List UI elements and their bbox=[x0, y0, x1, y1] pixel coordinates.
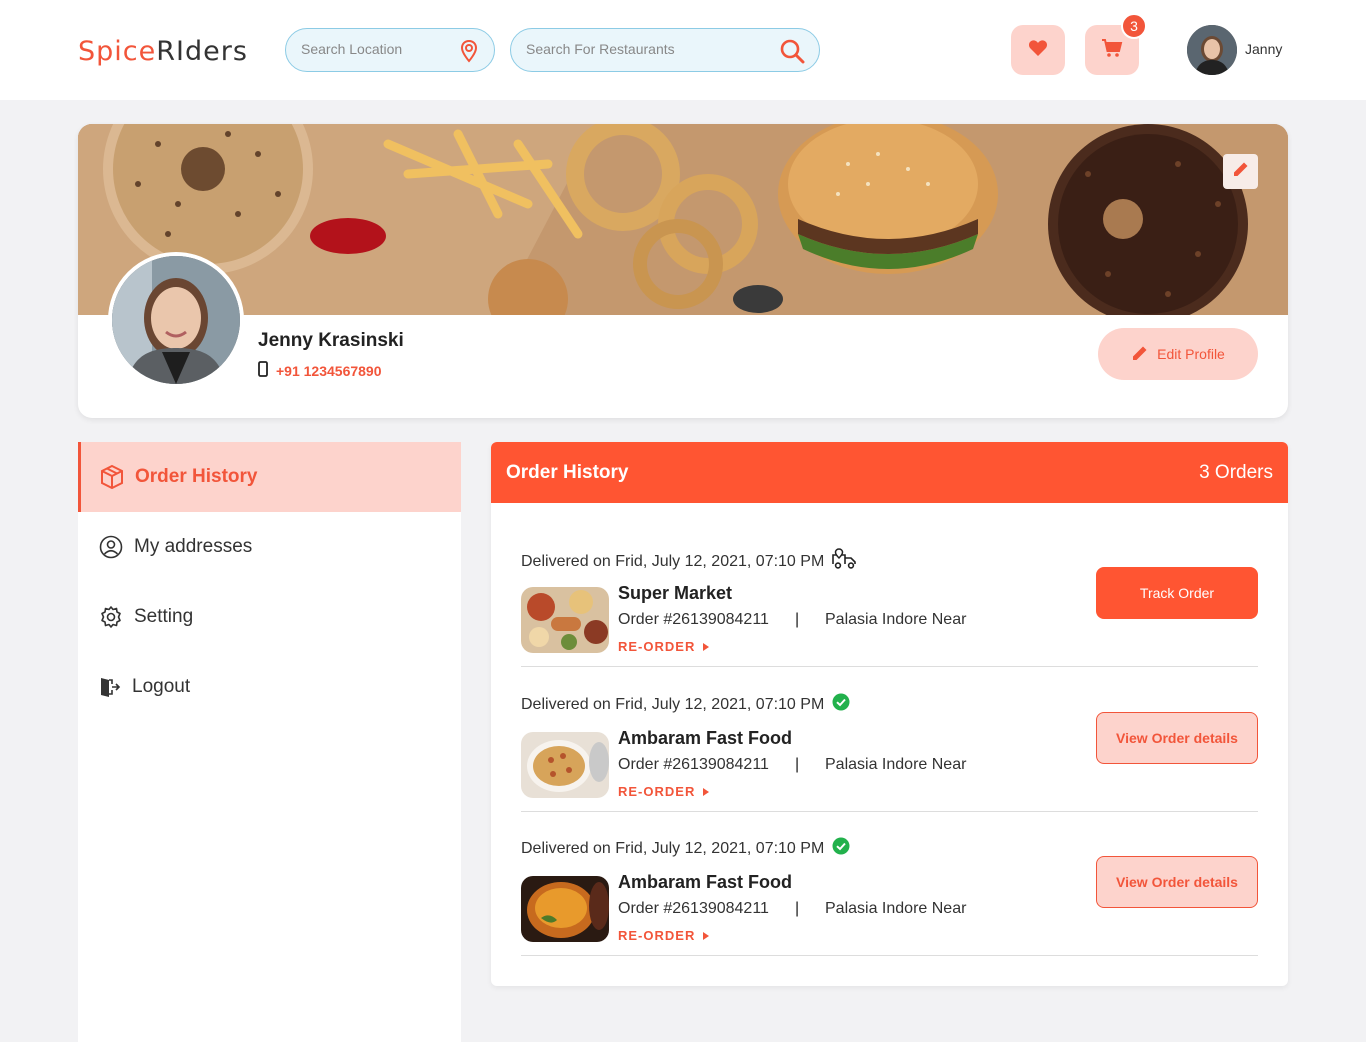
restaurant-name: Super Market bbox=[618, 583, 733, 603]
profile-phone: +91 1234567890 bbox=[258, 361, 382, 380]
location-search-input[interactable] bbox=[301, 41, 451, 57]
order-item: Delivered on Frid, July 12, 2021, 07:10 … bbox=[521, 812, 1258, 956]
edit-profile-button[interactable]: Edit Profile bbox=[1098, 328, 1258, 380]
sidebar-item-logout[interactable]: Logout bbox=[78, 652, 461, 722]
sidebar-item-order-history[interactable]: Order History bbox=[78, 442, 461, 512]
profile-name: Jenny Krasinski bbox=[258, 330, 404, 351]
order-separator: | bbox=[795, 900, 800, 917]
edit-cover-button[interactable] bbox=[1223, 154, 1258, 189]
restaurant-name: Ambaram Fast Food bbox=[618, 872, 793, 892]
delivery-status: Delivered on Frid, July 12, 2021, 07:10 … bbox=[521, 837, 850, 860]
restaurant-search bbox=[510, 28, 820, 72]
reorder-link[interactable]: RE-ORDER bbox=[618, 928, 710, 943]
reorder-label: RE-ORDER bbox=[618, 639, 696, 654]
restaurant-name: Ambaram Fast Food bbox=[618, 728, 793, 748]
track-order-button[interactable]: Track Order bbox=[1096, 567, 1258, 619]
sidebar-item-setting[interactable]: Setting bbox=[78, 582, 461, 652]
cart-icon bbox=[1101, 38, 1123, 63]
cart-count-badge: 3 bbox=[1121, 13, 1147, 39]
order-item: Delivered on Frid, July 12, 2021, 07:10 … bbox=[521, 668, 1258, 812]
order-number: Order #26139084211 bbox=[618, 900, 769, 917]
order-separator: | bbox=[795, 611, 800, 628]
edit-profile-label: Edit Profile bbox=[1157, 346, 1225, 362]
mobile-phone-icon bbox=[258, 361, 268, 380]
delivery-date: Delivered on Frid, July 12, 2021, 07:10 … bbox=[521, 695, 825, 713]
pencil-icon bbox=[1131, 344, 1149, 365]
check-circle-icon bbox=[832, 693, 850, 716]
user-avatar[interactable] bbox=[1187, 25, 1237, 75]
delivery-truck-icon bbox=[832, 548, 860, 575]
pencil-icon bbox=[1232, 160, 1250, 183]
order-count: 3 Orders bbox=[1199, 462, 1273, 483]
brand-part-2: RIders bbox=[156, 36, 248, 67]
gear-icon bbox=[98, 604, 124, 630]
sidebar-item-label: Setting bbox=[134, 606, 194, 627]
view-order-details-button[interactable]: View Order details bbox=[1096, 712, 1258, 764]
caret-right-icon bbox=[703, 784, 710, 799]
order-address: Palasia Indore Near bbox=[825, 611, 967, 628]
reorder-label: RE-ORDER bbox=[618, 928, 696, 943]
panel-title: Order History bbox=[506, 462, 629, 483]
brand-logo[interactable]: SpiceRIders bbox=[78, 36, 248, 67]
phone-number: +91 1234567890 bbox=[276, 362, 382, 379]
sidebar-item-label: Logout bbox=[132, 676, 191, 697]
profile-cover-image bbox=[78, 124, 1288, 315]
order-item: Delivered on Frid, July 12, 2021, 07:10 … bbox=[521, 523, 1258, 667]
order-thumbnail bbox=[521, 732, 609, 798]
sidebar-item-label: Order History bbox=[135, 466, 258, 487]
delivery-status: Delivered on Frid, July 12, 2021, 07:10 … bbox=[521, 693, 850, 716]
location-search bbox=[285, 28, 495, 72]
order-number: Order #26139084211 bbox=[618, 611, 769, 628]
heart-icon bbox=[1028, 39, 1048, 62]
view-order-details-button[interactable]: View Order details bbox=[1096, 856, 1258, 908]
favorites-button[interactable] bbox=[1011, 25, 1065, 75]
user-location-icon bbox=[98, 534, 124, 560]
account-sidebar: Order History My addresses Setting Logou… bbox=[78, 442, 461, 1042]
caret-right-icon bbox=[703, 928, 710, 943]
box-icon bbox=[99, 464, 125, 490]
reorder-link[interactable]: RE-ORDER bbox=[618, 639, 710, 654]
location-pin-icon[interactable] bbox=[456, 38, 482, 64]
delivery-status: Delivered on Frid, July 12, 2021, 07:10 … bbox=[521, 548, 860, 575]
order-history-header: Order History 3 Orders bbox=[491, 442, 1288, 503]
order-thumbnail bbox=[521, 587, 609, 653]
user-name[interactable]: Janny bbox=[1245, 41, 1282, 57]
restaurant-search-input[interactable] bbox=[526, 41, 776, 57]
profile-avatar bbox=[108, 252, 244, 388]
order-number: Order #26139084211 bbox=[618, 756, 769, 773]
delivery-date: Delivered on Frid, July 12, 2021, 07:10 … bbox=[521, 839, 825, 857]
top-header: SpiceRIders 3 Janny bbox=[0, 0, 1366, 100]
order-thumbnail bbox=[521, 876, 609, 942]
check-circle-icon bbox=[832, 837, 850, 860]
delivery-date: Delivered on Frid, July 12, 2021, 07:10 … bbox=[521, 552, 825, 570]
search-icon[interactable] bbox=[779, 38, 805, 64]
order-separator: | bbox=[795, 756, 800, 773]
order-history-panel: Order History 3 Orders Delivered on Frid… bbox=[491, 442, 1288, 986]
sidebar-item-label: My addresses bbox=[134, 536, 253, 557]
caret-right-icon bbox=[703, 639, 710, 654]
logout-icon bbox=[96, 674, 122, 700]
reorder-label: RE-ORDER bbox=[618, 784, 696, 799]
order-address: Palasia Indore Near bbox=[825, 756, 967, 773]
brand-part-1: Spice bbox=[78, 36, 157, 67]
order-address: Palasia Indore Near bbox=[825, 900, 967, 917]
sidebar-item-my-addresses[interactable]: My addresses bbox=[78, 512, 461, 582]
reorder-link[interactable]: RE-ORDER bbox=[618, 784, 710, 799]
